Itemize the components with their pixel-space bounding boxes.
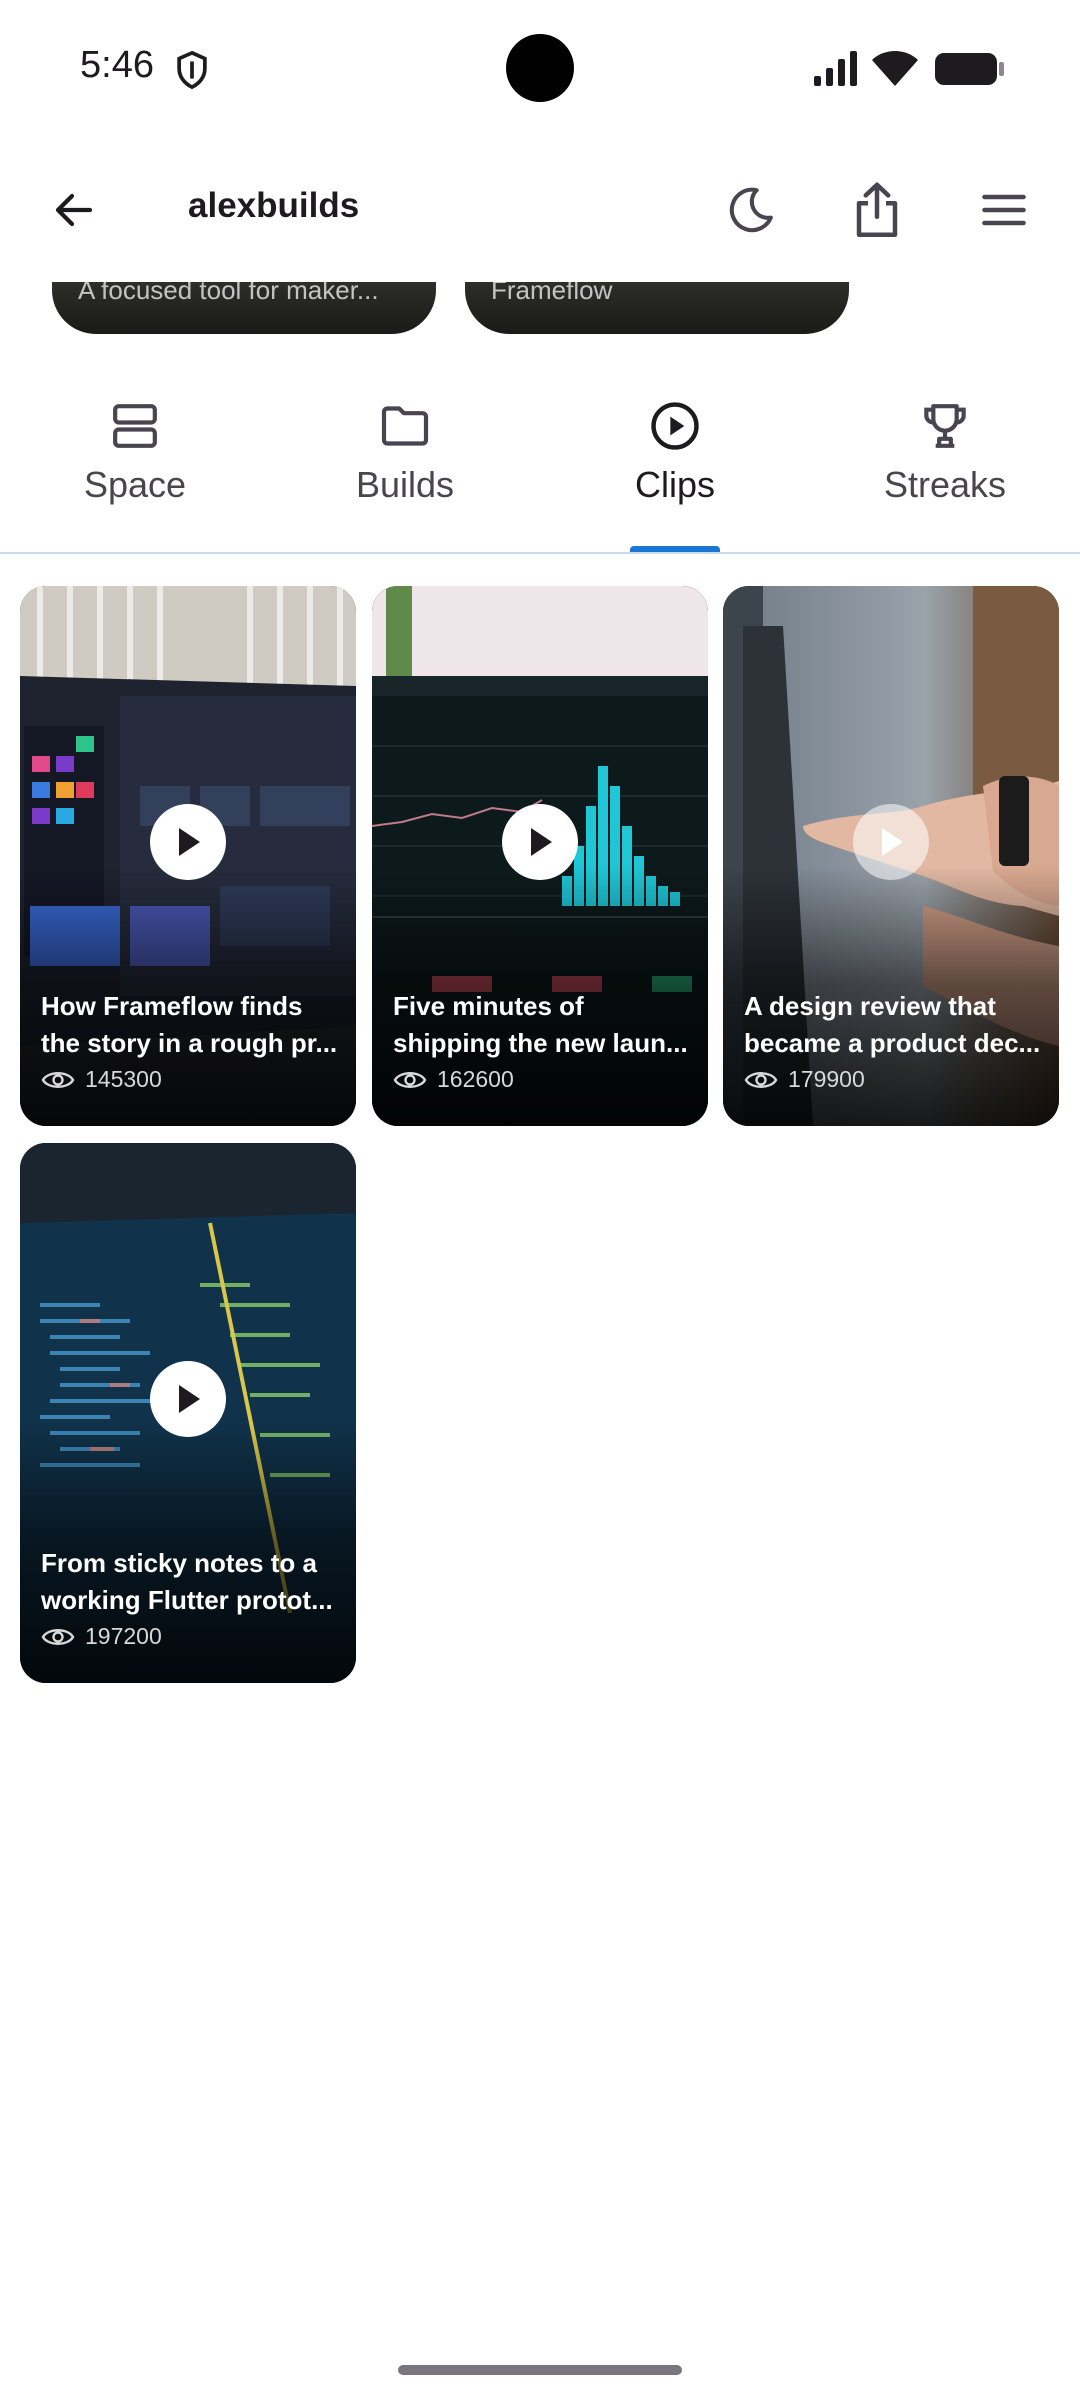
tab-builds[interactable]: Builds <box>270 378 540 552</box>
eye-icon <box>41 1071 75 1088</box>
header-card[interactable]: Frameflow <box>465 282 849 334</box>
clip-card[interactable]: How Frameflow finds the story in a rough… <box>20 586 356 1126</box>
battery-icon <box>935 53 1004 85</box>
clip-title-line: Five minutes of <box>393 991 584 1021</box>
share-button[interactable] <box>833 166 921 254</box>
home-indicator[interactable] <box>398 2365 682 2375</box>
clip-title: A design review that became a product de… <box>744 988 1044 1062</box>
play-icon <box>531 828 552 856</box>
clip-title: From sticky notes to a working Flutter p… <box>41 1545 341 1619</box>
play-icon <box>179 1385 200 1413</box>
view-count: 145300 <box>85 1066 162 1092</box>
eye-icon <box>744 1071 778 1088</box>
page-title: alexbuilds <box>188 186 360 225</box>
play-button[interactable] <box>150 804 226 880</box>
shield-icon <box>177 50 207 90</box>
play-button[interactable] <box>150 1361 226 1437</box>
clip-title: Five minutes of shipping the new laun... <box>393 988 693 1062</box>
play-icon <box>179 828 200 856</box>
view-count: 197200 <box>85 1623 162 1649</box>
clip-views: 197200 <box>41 1623 162 1650</box>
tab-clips[interactable]: Clips <box>540 378 810 552</box>
back-arrow-icon <box>55 193 93 227</box>
tab-label: Streaks <box>883 464 1007 505</box>
header-card[interactable]: A focused tool for maker... <box>52 282 436 334</box>
space-layout-icon <box>113 404 157 448</box>
clip-title-line: From sticky notes to a <box>41 1548 317 1578</box>
tab-streaks[interactable]: Streaks <box>810 378 1080 552</box>
play-icon <box>882 828 903 856</box>
tab-label: Builds <box>355 464 455 505</box>
clip-title-line: working Flutter protot... <box>41 1585 333 1615</box>
clip-title-line: became a product dec... <box>744 1028 1041 1058</box>
camera-cutout <box>506 34 574 102</box>
signal-icon <box>814 51 857 86</box>
tab-label: Clips <box>634 464 715 505</box>
view-count: 162600 <box>437 1066 514 1092</box>
eye-icon <box>393 1071 427 1088</box>
folder-icon <box>381 406 429 446</box>
dark-mode-button[interactable] <box>707 166 795 254</box>
clip-title: How Frameflow finds the story in a rough… <box>41 988 341 1062</box>
tabs-divider <box>0 552 1080 554</box>
menu-icon <box>982 194 1026 226</box>
header-card-text: A focused tool for maker... <box>78 282 379 305</box>
menu-button[interactable] <box>960 166 1048 254</box>
tab-space[interactable]: Space <box>0 378 270 552</box>
play-button[interactable] <box>502 804 578 880</box>
clip-card[interactable]: Five minutes of shipping the new laun...… <box>372 586 708 1126</box>
view-count: 179900 <box>788 1066 865 1092</box>
play-button[interactable] <box>853 804 929 880</box>
status-time: 5:46 <box>80 44 154 86</box>
clip-views: 145300 <box>41 1066 162 1093</box>
tab-label: Space <box>83 464 187 505</box>
clip-card[interactable]: A design review that became a product de… <box>723 586 1059 1126</box>
status-bar: 5:46 <box>0 0 1080 140</box>
clip-title-line: How Frameflow finds <box>41 991 303 1021</box>
trophy-icon <box>924 404 966 448</box>
clip-title-line: the story in a rough pr... <box>41 1028 338 1058</box>
clip-title-line: shipping the new laun... <box>393 1028 688 1058</box>
clip-card[interactable]: From sticky notes to a working Flutter p… <box>20 1143 356 1683</box>
clip-title-line: A design review that <box>744 991 996 1021</box>
profile-tabs: Space Builds Clips Streaks <box>0 378 1080 552</box>
wifi-icon <box>872 51 918 86</box>
eye-icon <box>41 1628 75 1645</box>
header-card-text: Frameflow <box>491 282 613 305</box>
back-button[interactable] <box>30 166 118 254</box>
dark-mode-moon-icon <box>729 187 773 233</box>
share-icon <box>856 182 898 237</box>
app-bar: alexbuilds <box>0 160 1080 260</box>
clip-views: 162600 <box>393 1066 514 1093</box>
clip-views: 179900 <box>744 1066 865 1093</box>
header-cards: A focused tool for maker... Frameflow <box>0 282 1080 334</box>
play-circle-icon <box>651 402 699 450</box>
